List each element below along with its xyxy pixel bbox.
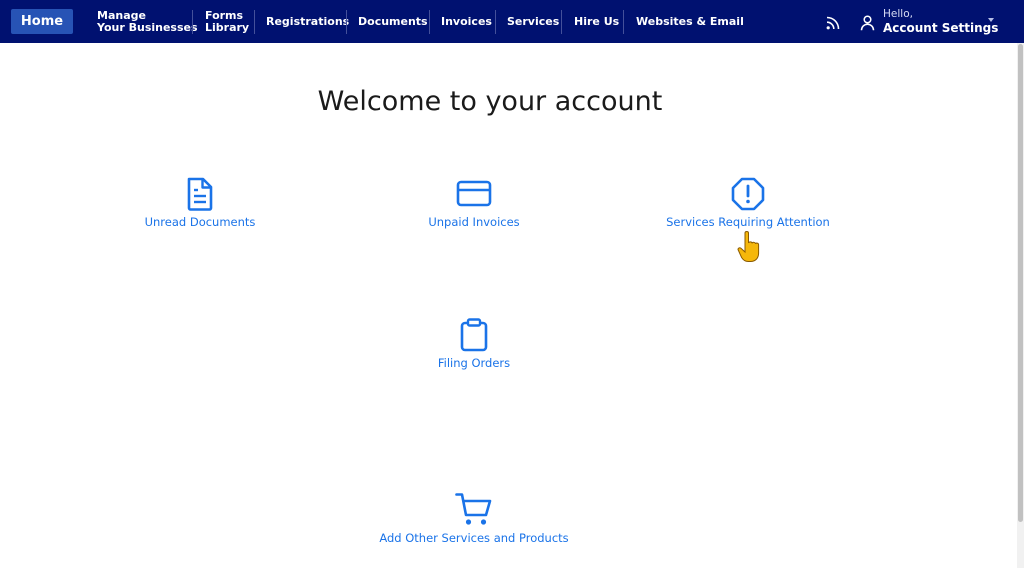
- nav-manage-line2: Your Businesses: [97, 20, 198, 34]
- page-title: Welcome to your account: [317, 86, 663, 117]
- nav-services[interactable]: Services: [507, 0, 559, 43]
- nav-hire-us-label: Hire Us: [574, 15, 620, 28]
- nav-documents[interactable]: Documents: [358, 0, 428, 43]
- nav-manage-line1: Manage: [97, 8, 146, 22]
- user-icon[interactable]: [860, 15, 875, 31]
- credit-card-icon: [456, 180, 492, 207]
- alert-octagon-icon: [731, 177, 765, 211]
- cart-icon: [455, 493, 492, 525]
- document-icon: [187, 177, 213, 211]
- tile-label: Unpaid Invoices: [428, 215, 520, 229]
- greeting-text: Hello,: [883, 8, 913, 20]
- nav-websites-email-label: Websites & Email: [636, 15, 744, 28]
- nav-forms-library[interactable]: Forms Library: [205, 0, 249, 43]
- tile-services-requiring-attention[interactable]: Services Requiring Attention: [663, 177, 833, 229]
- account-settings-link[interactable]: Account Settings: [883, 21, 998, 35]
- nav-hire-us[interactable]: Hire Us: [574, 0, 619, 43]
- tile-label: Filing Orders: [437, 356, 511, 370]
- rss-feed-icon[interactable]: [826, 16, 840, 30]
- tile-label: Services Requiring Attention: [666, 215, 830, 229]
- nav-websites-email[interactable]: Websites & Email: [636, 0, 744, 43]
- nav-divider: [561, 10, 562, 34]
- nav-divider: [623, 10, 624, 34]
- tile-label: Unread Documents: [144, 215, 256, 229]
- top-nav-bar: Home Manage Your Businesses Forms Librar…: [0, 0, 1024, 43]
- clipboard-icon: [460, 318, 488, 352]
- nav-documents-label: Documents: [358, 15, 428, 28]
- tile-label: Add Other Services and Products: [379, 531, 569, 545]
- tile-filing-orders[interactable]: Filing Orders: [414, 318, 534, 370]
- chevron-down-icon[interactable]: [988, 18, 994, 22]
- home-button[interactable]: Home: [11, 9, 73, 34]
- nav-services-label: Services: [507, 15, 560, 28]
- nav-divider: [254, 10, 255, 34]
- nav-divider: [192, 10, 193, 34]
- nav-forms-line2: Library: [205, 20, 250, 34]
- nav-invoices-label: Invoices: [441, 15, 492, 28]
- pointer-cursor-icon: [737, 231, 760, 262]
- tile-unread-documents[interactable]: Unread Documents: [140, 177, 260, 229]
- nav-registrations-label: Registrations: [266, 15, 350, 28]
- nav-manage-your-businesses[interactable]: Manage Your Businesses: [97, 0, 198, 43]
- scrollbar-thumb[interactable]: [1018, 44, 1023, 522]
- nav-forms-line1: Forms: [205, 8, 244, 22]
- nav-divider: [429, 10, 430, 34]
- tile-add-other-services[interactable]: Add Other Services and Products: [374, 492, 574, 545]
- nav-divider: [346, 10, 347, 34]
- nav-invoices[interactable]: Invoices: [441, 0, 492, 43]
- nav-divider: [495, 10, 496, 34]
- tile-unpaid-invoices[interactable]: Unpaid Invoices: [414, 177, 534, 229]
- nav-registrations[interactable]: Registrations: [266, 0, 349, 43]
